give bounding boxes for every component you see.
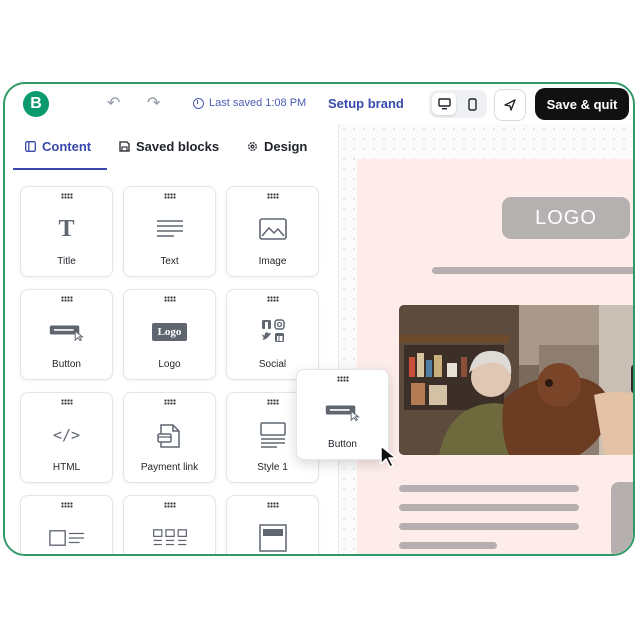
text-icon	[152, 215, 188, 243]
send-test-button[interactable]	[494, 89, 526, 121]
text-placeholder-line	[399, 542, 497, 549]
desktop-icon	[437, 98, 451, 110]
mobile-view-button[interactable]	[460, 93, 484, 115]
drag-handle-icon[interactable]	[163, 399, 176, 405]
drag-handle-icon[interactable]	[163, 193, 176, 199]
drag-handle-icon[interactable]	[266, 193, 279, 199]
redo-icon[interactable]: ↷	[147, 93, 160, 113]
tab-saved-blocks-label: Saved blocks	[136, 139, 220, 154]
logo-icon: Logo	[151, 318, 188, 346]
image-icon	[255, 215, 291, 243]
block-button[interactable]: Button	[20, 289, 113, 380]
drag-handle-icon[interactable]	[266, 296, 279, 302]
drag-handle-icon[interactable]	[266, 399, 279, 405]
text-placeholder-line	[399, 504, 579, 511]
content-panel: Content Saved blocks Design T Title Text…	[5, 124, 339, 554]
drag-handle-icon[interactable]	[60, 296, 73, 302]
active-tab-indicator	[13, 168, 107, 170]
image-placeholder-block[interactable]	[611, 482, 633, 554]
block-header-layout[interactable]	[226, 495, 319, 554]
drag-handle-icon[interactable]	[60, 502, 73, 508]
email-preview: LOGO	[357, 159, 633, 554]
clock-icon	[193, 97, 204, 109]
drag-handle-icon[interactable]	[60, 193, 73, 199]
block-label: Payment link	[140, 462, 199, 473]
woman-with-dog-image	[399, 305, 633, 455]
drag-handle-icon[interactable]	[60, 399, 73, 405]
button-icon	[325, 398, 361, 426]
block-payment-link[interactable]: Payment link	[123, 392, 216, 483]
block-label: Logo	[158, 359, 181, 370]
grid-layout-icon	[152, 524, 188, 552]
block-text[interactable]: Text	[123, 186, 216, 277]
block-label: Image	[258, 256, 287, 267]
mouse-cursor-icon	[380, 445, 397, 468]
tab-content[interactable]: Content	[25, 139, 91, 154]
html-icon: </>	[49, 421, 85, 449]
device-toggle	[429, 90, 487, 118]
drag-handle-icon[interactable]	[163, 502, 176, 508]
block-image-text-layout[interactable]	[20, 495, 113, 554]
text-placeholder-line	[399, 485, 579, 492]
text-placeholder-line	[399, 523, 579, 530]
block-label: Text	[160, 256, 179, 267]
block-label: Button	[52, 359, 81, 370]
drag-handle-icon[interactable]	[336, 376, 349, 382]
dragging-button-block[interactable]: Button	[296, 369, 389, 460]
top-bar: B ↶ ↷ Last saved 1:08 PM Setup brand Sav…	[5, 84, 633, 124]
editor-window: B ↶ ↷ Last saved 1:08 PM Setup brand Sav…	[3, 82, 635, 556]
send-icon	[504, 99, 516, 111]
block-title[interactable]: T Title	[20, 186, 113, 277]
button-icon	[49, 318, 85, 346]
email-logo-placeholder[interactable]: LOGO	[502, 197, 630, 239]
hero-photo[interactable]	[399, 305, 633, 455]
undo-icon[interactable]: ↶	[107, 93, 120, 113]
tab-design[interactable]: Design	[247, 139, 307, 154]
brand-logo[interactable]: B	[23, 91, 49, 117]
gear-icon	[248, 142, 257, 151]
text-placeholder-line	[432, 267, 633, 274]
last-saved-text: Last saved 1:08 PM	[209, 97, 307, 109]
block-grid-layout[interactable]	[123, 495, 216, 554]
setup-brand-link[interactable]: Setup brand	[328, 96, 404, 111]
html-icon-text: </>	[52, 426, 81, 444]
payment-link-icon	[152, 421, 188, 449]
style-icon	[255, 421, 291, 449]
header-layout-icon	[255, 524, 291, 552]
block-label: Title	[57, 256, 76, 267]
panel-tabs: Content Saved blocks Design	[5, 124, 338, 170]
save-icon	[119, 141, 130, 152]
tab-saved-blocks[interactable]: Saved blocks	[119, 139, 219, 154]
desktop-view-button[interactable]	[432, 93, 456, 115]
drag-handle-icon[interactable]	[163, 296, 176, 302]
block-label: Style 1	[257, 462, 288, 473]
block-label: Button	[328, 439, 357, 450]
last-saved-status: Last saved 1:08 PM	[193, 97, 306, 109]
block-logo[interactable]: Logo Logo	[123, 289, 216, 380]
block-social[interactable]: Social	[226, 289, 319, 380]
image-text-layout-icon	[48, 524, 85, 552]
mobile-icon	[467, 97, 477, 111]
tab-design-label: Design	[264, 139, 308, 154]
drag-handle-icon[interactable]	[266, 502, 279, 508]
tab-content-label: Content	[42, 139, 92, 154]
block-html[interactable]: </> HTML	[20, 392, 113, 483]
block-label: HTML	[52, 462, 81, 473]
email-canvas[interactable]: LOGO	[339, 124, 633, 554]
title-icon: T	[58, 215, 75, 242]
social-icon	[255, 318, 291, 346]
logo-icon-text: Logo	[151, 323, 188, 341]
save-quit-button[interactable]: Save & quit	[535, 88, 629, 120]
block-image[interactable]: Image	[226, 186, 319, 277]
panel-icon	[25, 141, 36, 152]
